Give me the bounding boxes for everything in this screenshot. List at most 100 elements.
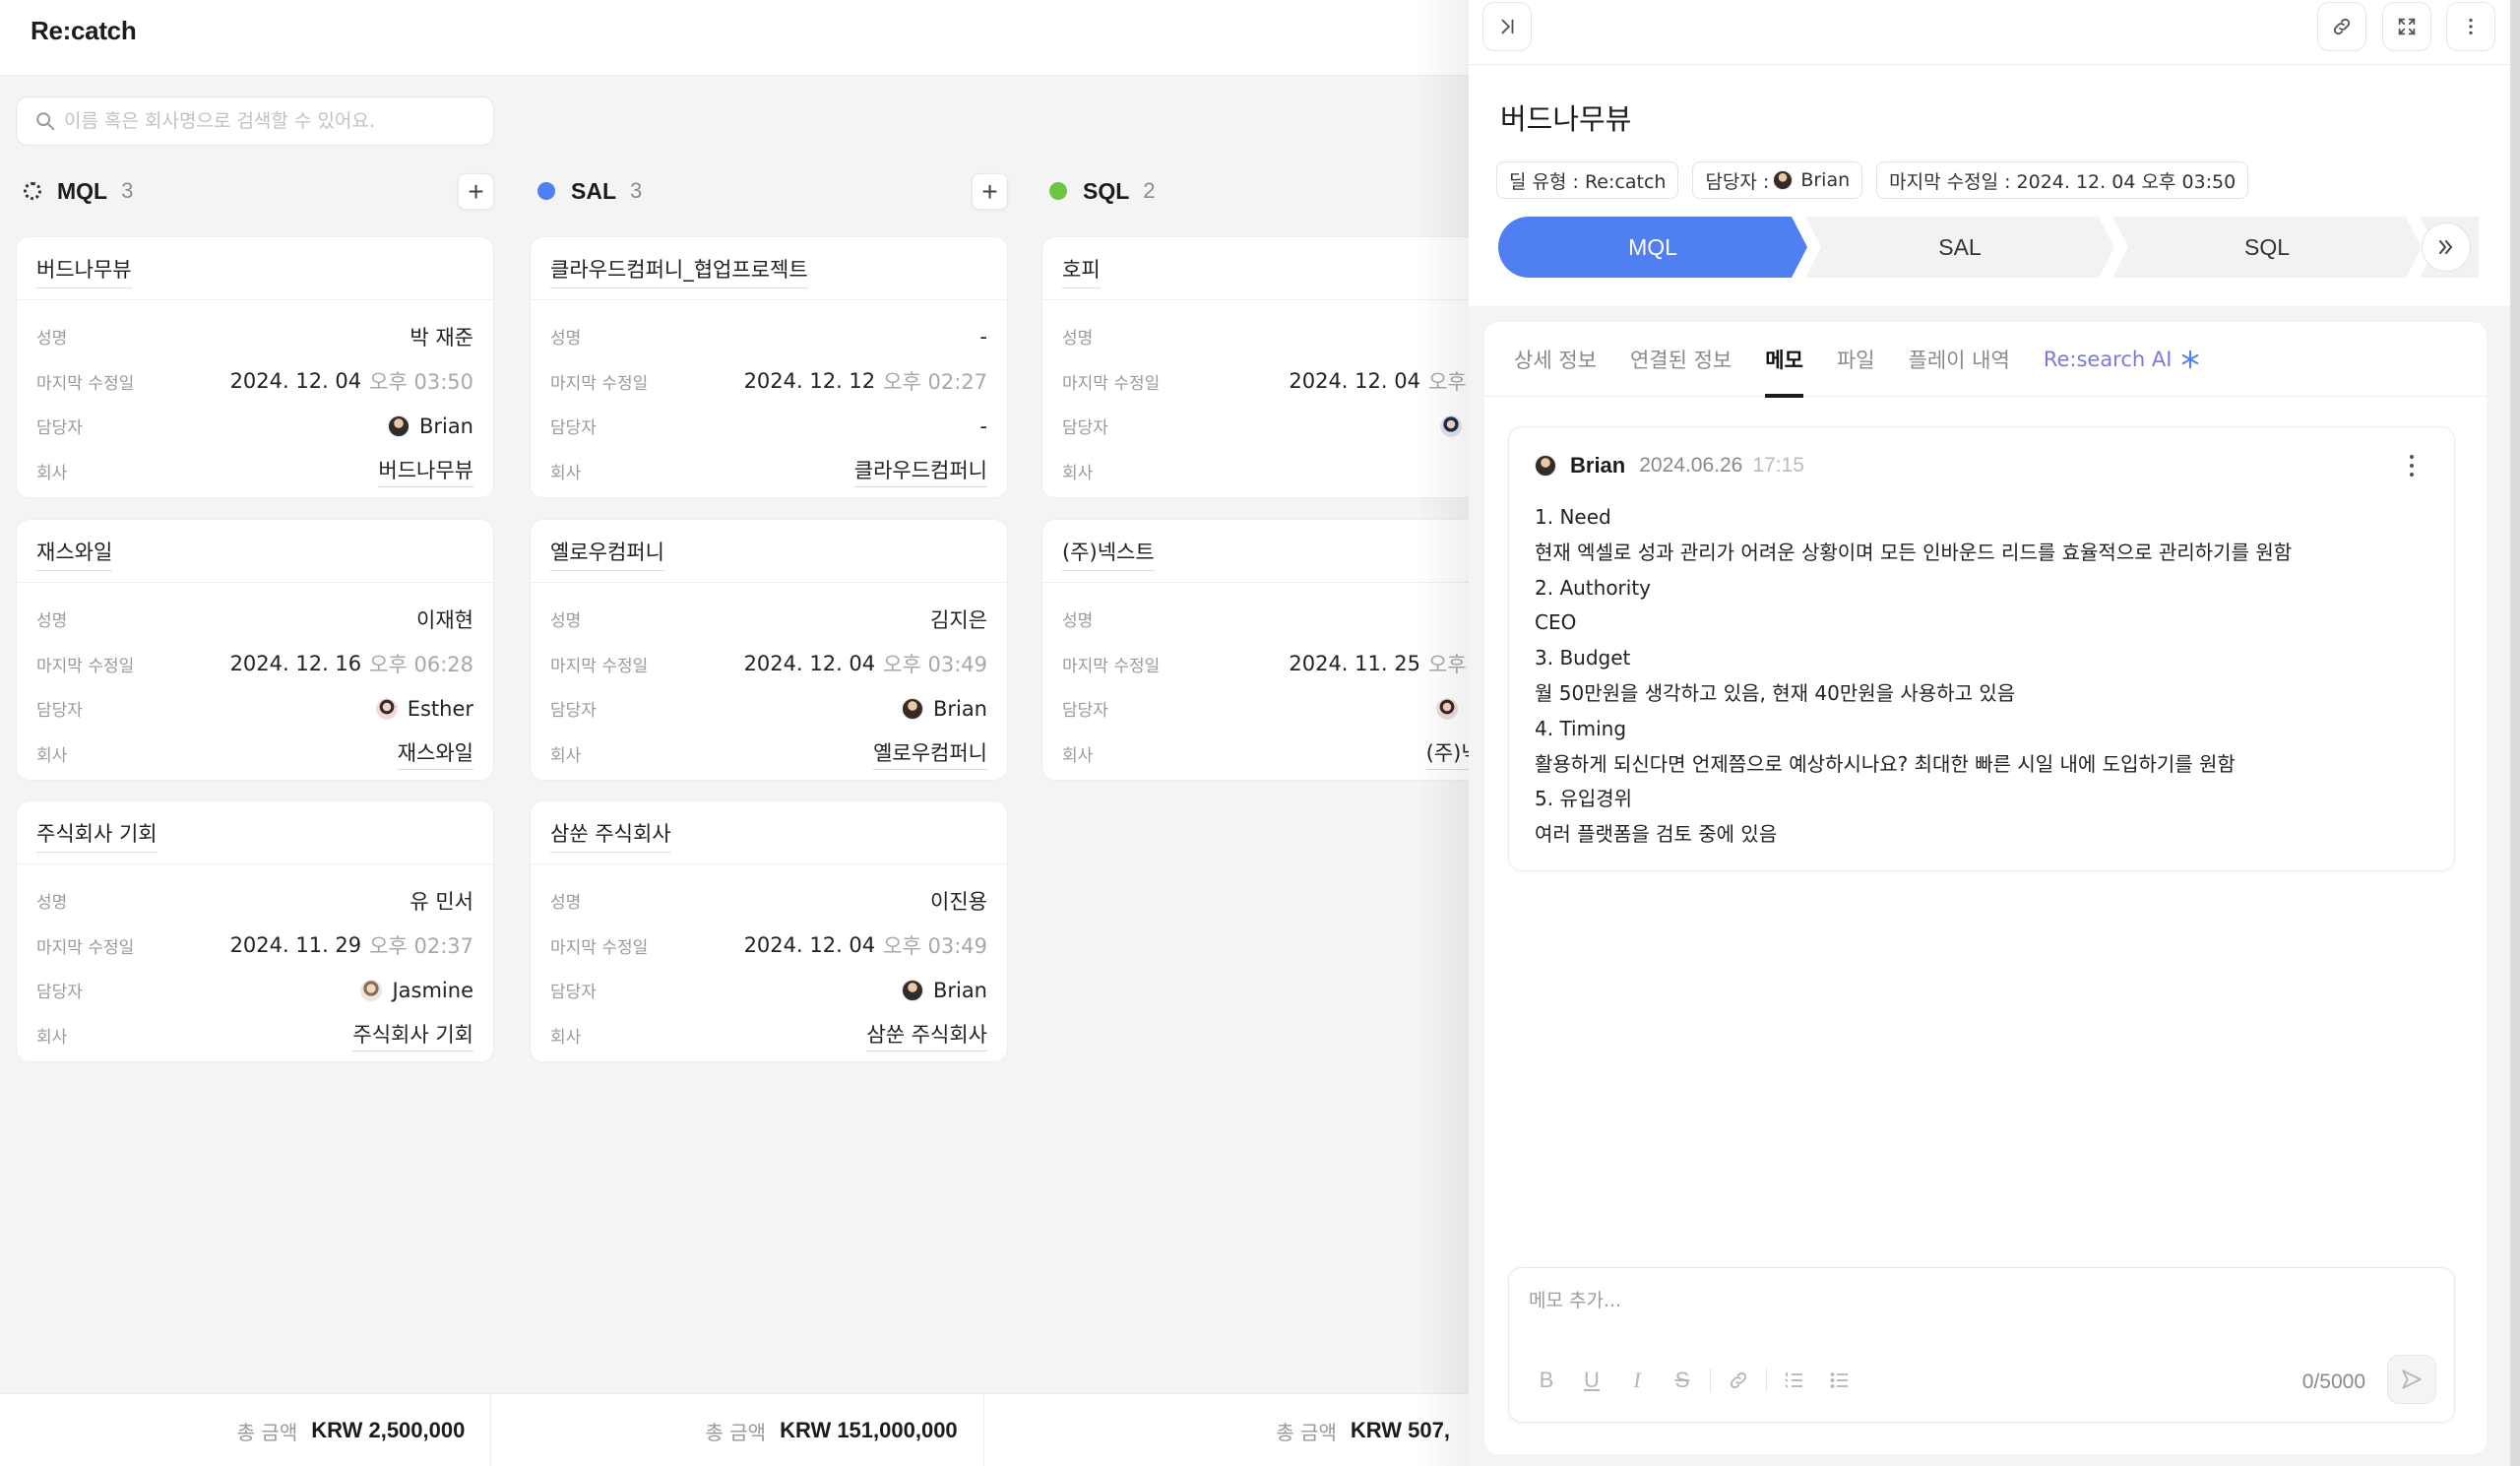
memo-line: 현재 엑셀로 성과 관리가 어려운 상황이며 모든 인바운드 리드를 효율적으로… [1535, 540, 2293, 564]
field-label: 담당자 [1062, 418, 1108, 439]
deal-name-link[interactable]: (주)넥스트 [1062, 531, 1155, 571]
owner-name: Brian [932, 696, 987, 721]
deal-card[interactable]: 클라우드컴퍼니_협업프로젝트 성명 - 마지막 수정일 2024. 12. 12 오후 0… [530, 236, 1008, 498]
card-fields: 성명 이재현 마지막 수정일 2024. 12. 16 오후 06:28 담당자 Esthe… [17, 583, 493, 776]
owner-chip[interactable]: 담당자 : Brian [1692, 161, 1863, 199]
copy-link-button[interactable] [2317, 2, 2366, 51]
tab-item-3[interactable]: 파일 [1837, 322, 1875, 397]
modified-date: 2024. 12. 12 [743, 369, 876, 394]
stage-status-icon [537, 182, 555, 200]
modified-time: 오후 02:37 [369, 934, 473, 959]
insert-link-button[interactable] [1721, 1363, 1756, 1398]
more-stages-button[interactable] [2422, 223, 2471, 272]
ordered-list-button[interactable] [1777, 1363, 1812, 1398]
deal-name-link[interactable]: 재스와일 [36, 531, 113, 571]
plus-icon: + [468, 175, 484, 207]
deal-name-link[interactable]: 버드나무뷰 [36, 248, 132, 288]
panel-shadow [1418, 0, 1477, 1466]
field-label: 회사 [36, 745, 68, 766]
field-label: 담당자 [550, 418, 597, 439]
strikethrough-button[interactable]: S [1665, 1363, 1700, 1398]
field-label: 마지막 수정일 [36, 937, 135, 958]
field-row-modified: 마지막 수정일 2024. 12. 12 오후 02:27 [550, 359, 987, 405]
memo-more-icon[interactable] [2405, 451, 2419, 480]
memo-input[interactable] [1529, 1286, 2415, 1325]
deal-card[interactable]: 삼쑨 주식회사 성명 이진용 마지막 수정일 2024. 12. 04 오후 03:49 담… [530, 800, 1008, 1062]
more-options-button[interactable] [2446, 2, 2495, 51]
field-label: 담당자 [36, 983, 83, 1003]
field-row-modified: 마지막 수정일 2024. 12. 04 오후 03:49 [550, 642, 987, 687]
field-row-company: 회사 주식회사 기회 [36, 1013, 473, 1058]
stage-sql[interactable]: SQL [2112, 217, 2422, 278]
total-label: 총 금액 [236, 1420, 298, 1444]
contact-name: 유 민서 [410, 889, 473, 914]
italic-button[interactable]: I [1619, 1363, 1655, 1398]
field-label: 성명 [1062, 611, 1094, 632]
field-label: 마지막 수정일 [550, 937, 649, 958]
modified-date: 2024. 12. 04 [743, 933, 876, 958]
memo-author: Brian [1570, 453, 1626, 478]
tab-item-2[interactable]: 메모 [1765, 322, 1803, 398]
company-link[interactable]: 주식회사 기회 [352, 1019, 473, 1052]
company-link[interactable]: 재스와일 [397, 737, 473, 770]
owner-value: Brian [901, 978, 987, 1002]
bold-button[interactable]: B [1529, 1363, 1564, 1398]
expand-button[interactable] [2382, 2, 2431, 51]
deal-name-link[interactable]: 클라우드컴퍼니_협업프로젝트 [550, 248, 808, 288]
deal-card[interactable]: 옐로우컴퍼니 성명 김지은 마지막 수정일 2024. 12. 04 오후 03:49 담당… [530, 519, 1008, 781]
add-deal-button[interactable]: + [458, 173, 494, 210]
add-deal-button[interactable]: + [972, 173, 1008, 210]
deal-name-link[interactable]: 옐로우컴퍼니 [550, 531, 664, 571]
tab-item-1[interactable]: 연결된 정보 [1630, 322, 1732, 397]
send-memo-button[interactable] [2387, 1355, 2436, 1404]
bullet-list-button[interactable] [1822, 1363, 1858, 1398]
memo-line: 활용하게 되신다면 언제쯤으로 예상하시나요? 최대한 빠른 시일 내에 도입하… [1535, 751, 2236, 776]
deal-name-link[interactable]: 삼쑨 주식회사 [550, 812, 671, 853]
panel-top: 버드나무뷰 딜 유형 : Re:catch 담당자 : Brian 마지막 수정… [1469, 0, 2510, 306]
card-header: 버드나무뷰 [17, 237, 493, 300]
tab-item-4[interactable]: 플레이 내역 [1909, 322, 2010, 397]
card-fields: 성명 김지은 마지막 수정일 2024. 12. 04 오후 03:49 담당자 Brian… [531, 583, 1007, 776]
owner-name: Jasmine [392, 978, 473, 1002]
field-row-name: 성명 유 민서 [36, 878, 473, 924]
underline-button[interactable]: U [1574, 1363, 1609, 1398]
owner-avatar [387, 414, 410, 437]
deal-card[interactable]: 재스와일 성명 이재현 마지막 수정일 2024. 12. 16 오후 06:28 담당자 E… [16, 519, 494, 781]
field-label: 담당자 [550, 983, 597, 1003]
deal-card[interactable]: 버드나무뷰 성명 박 재준 마지막 수정일 2024. 12. 04 오후 03:50 담당… [16, 236, 494, 498]
stage-mql[interactable]: MQL [1498, 217, 1807, 278]
formatting-toolbar: B U I S [1529, 1363, 1867, 1398]
company-link[interactable]: 삼쑨 주식회사 [866, 1019, 987, 1052]
company-link[interactable]: 클라우드컴퍼니 [853, 455, 987, 487]
owner-avatar [1773, 170, 1794, 190]
company-link[interactable]: 버드나무뷰 [378, 455, 473, 487]
field-label: 담당자 [550, 701, 597, 722]
panel-scrollbar[interactable] [2510, 0, 2520, 1466]
deal-name-link[interactable]: 호피 [1062, 248, 1101, 288]
search-box[interactable] [16, 96, 494, 146]
field-row-owner: 담당자 Brian [550, 686, 987, 732]
total-value: KRW 151,000,000 [780, 1418, 958, 1442]
field-row-name: 성명 박 재준 [36, 314, 473, 359]
column-count: 3 [630, 178, 643, 203]
card-fields: 성명 - 마지막 수정일 2024. 12. 12 오후 02:27 담당자 - 회사 클라우드… [531, 300, 1007, 493]
field-row-name: 성명 이재현 [36, 597, 473, 642]
search-input[interactable] [64, 110, 477, 132]
tab-research-ai[interactable]: Re:search AI [2044, 322, 2202, 397]
field-row-modified: 마지막 수정일 2024. 12. 16 오후 06:28 [36, 642, 473, 687]
stage-sal[interactable]: SAL [1805, 217, 2114, 278]
company-link[interactable]: 옐로우컴퍼니 [873, 737, 987, 770]
owner-name: Brian [932, 978, 987, 1002]
deal-card[interactable]: 주식회사 기회 성명 유 민서 마지막 수정일 2024. 11. 29 오후 02:37… [16, 800, 494, 1062]
card-header: 주식회사 기회 [17, 801, 493, 864]
tab-item-0[interactable]: 상세 정보 [1514, 322, 1597, 397]
field-label: 회사 [550, 463, 582, 483]
deal-name-link[interactable]: 주식회사 기회 [36, 812, 158, 853]
memo-line: 1. Need [1535, 505, 1611, 529]
memo-time: 17:15 [1752, 454, 1804, 477]
collapse-panel-button[interactable] [1482, 2, 1532, 51]
memo-author-avatar [1535, 455, 1556, 477]
column-count: 3 [121, 178, 134, 203]
field-row-owner: 담당자 Jasmine [36, 968, 473, 1013]
card-header: 옐로우컴퍼니 [531, 520, 1007, 583]
